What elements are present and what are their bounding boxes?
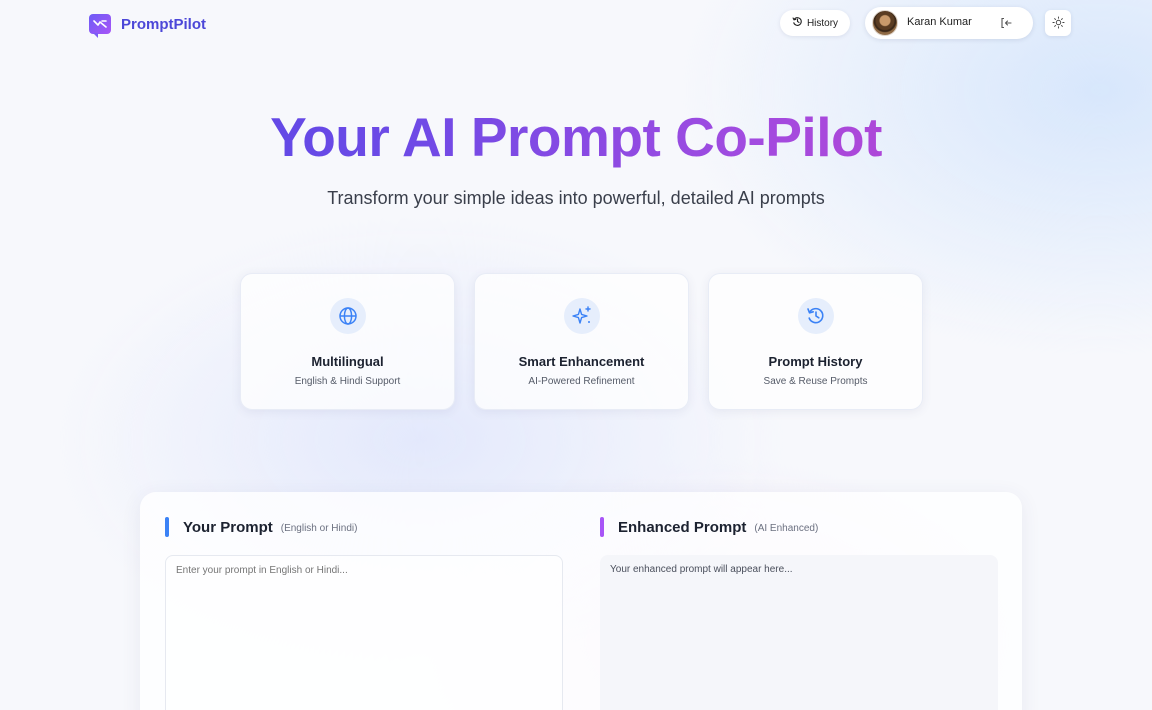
hero-subtitle: Transform your simple ideas into powerfu… [327,188,825,208]
prompt-input[interactable] [165,555,563,710]
sparkles-icon [563,298,600,334]
input-pane-title: Your Prompt [183,518,273,536]
input-pane-header: Your Prompt (English or Hindi) [165,516,357,538]
feature-title: Prompt History [768,354,863,369]
feature-subtitle: Save & Reuse Prompts [763,376,868,387]
brand[interactable]: PromptPilot [89,13,206,38]
globe-icon [329,298,366,334]
output-pane-note: (AI Enhanced) [754,522,819,534]
top-navbar: PromptPilot History Karan Kumar [0,0,1152,48]
history-button[interactable]: History [780,10,850,36]
theme-toggle-button[interactable] [1045,10,1071,36]
history-button-label: History [806,17,839,29]
feature-subtitle: English & Hindi Support [294,376,401,387]
brand-logo-icon [89,14,111,38]
feature-card-prompt-history: Prompt History Save & Reuse Prompts [708,273,923,410]
input-pane-note: (English or Hindi) [280,522,358,534]
output-pane-header: Enhanced Prompt (AI Enhanced) [600,516,818,538]
brand-name: PromptPilot [121,15,206,33]
hero-title: Your AI Prompt Co-Pilot [0,105,1152,169]
avatar[interactable] [872,10,898,36]
history-icon [792,16,803,30]
feature-subtitle: AI-Powered Refinement [528,376,635,387]
prompt-editor-panel: Your Prompt (English or Hindi) Enhanced … [140,492,1022,710]
logout-icon[interactable] [998,15,1014,31]
enhanced-prompt-output[interactable]: Your enhanced prompt will appear here... [600,555,998,710]
feature-card-smart-enhancement: Smart Enhancement AI-Powered Refinement [474,273,689,410]
feature-title: Smart Enhancement [518,354,645,369]
feature-title: Multilingual [311,354,384,369]
user-name: Karan Kumar [907,16,972,28]
user-menu[interactable]: Karan Kumar [865,7,1033,39]
feature-card-multilingual: Multilingual English & Hindi Support [240,273,455,410]
input-accent-bar [165,517,169,537]
output-pane-title: Enhanced Prompt [618,518,747,536]
output-accent-bar [600,517,604,537]
output-placeholder: Your enhanced prompt will appear here... [610,564,793,575]
sun-icon [1051,14,1065,33]
history-icon [797,298,834,334]
